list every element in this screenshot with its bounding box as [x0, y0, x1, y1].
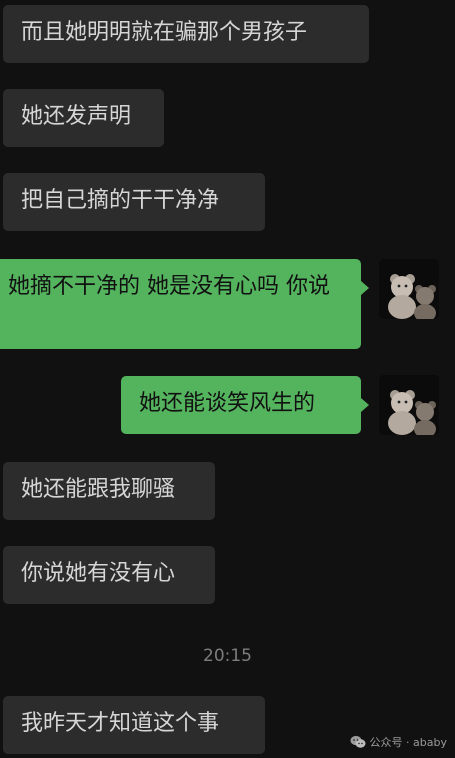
user-avatar[interactable] — [379, 375, 439, 435]
message-bubble-sent[interactable]: 她摘不干净的 她是没有心吗 你说 — [0, 259, 369, 349]
message-bubble-received[interactable]: 你说她有没有心 — [3, 546, 215, 604]
watermark-text: 公众号 · ababy — [369, 736, 447, 749]
message-bubble-received[interactable]: 她还能跟我聊骚 — [3, 462, 215, 520]
message-bubble-received[interactable]: 把自己摘的干干净净 — [3, 173, 265, 231]
message-bubble-received[interactable]: 而且她明明就在骗那个男孩子 — [3, 5, 369, 63]
message-bubble-received[interactable]: 她还发声明 — [3, 89, 164, 147]
teddy-bears-avatar — [379, 259, 439, 319]
message-timestamp: 20:15 — [203, 646, 252, 666]
message-bubble-received[interactable]: 我昨天才知道这个事 — [3, 696, 265, 754]
teddy-bears-avatar — [379, 375, 439, 435]
watermark: 公众号 · ababy — [350, 734, 447, 750]
message-bubble-sent[interactable]: 她还能谈笑风生的 — [121, 376, 369, 434]
wechat-icon — [350, 735, 366, 748]
user-avatar[interactable] — [379, 259, 439, 319]
